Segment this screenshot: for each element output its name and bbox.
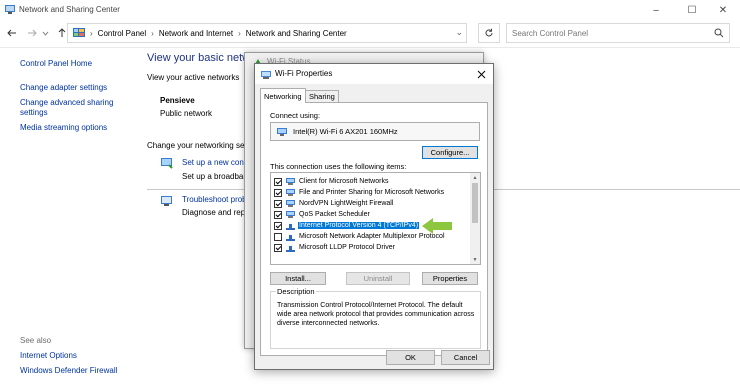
install-button[interactable]: Install... [270, 272, 326, 285]
scrollbar-thumb[interactable] [472, 183, 478, 223]
scroll-up-arrow-icon[interactable]: ▲ [470, 173, 480, 182]
network-type: Public network [160, 109, 213, 118]
network-service-icon [286, 210, 295, 218]
item-checkbox[interactable] [274, 221, 282, 230]
set-up-new-connection-link[interactable]: Set up a new conn [182, 158, 248, 167]
breadcrumb-separator: › [90, 28, 93, 38]
window-title: Network and Sharing Center [19, 5, 120, 14]
properties-button[interactable]: Properties [422, 272, 478, 285]
control-panel-icon [73, 28, 85, 37]
address-bar[interactable]: › Control Panel › Network and Internet ›… [67, 23, 467, 43]
left-navigation-pane: Control Panel Home Change adapter settin… [0, 48, 140, 391]
forward-button[interactable] [24, 25, 40, 41]
cancel-button[interactable]: Cancel [441, 350, 490, 365]
breadcrumb-control-panel[interactable]: Control Panel [98, 29, 146, 38]
refresh-button[interactable] [478, 23, 500, 43]
protocol-icon [286, 234, 295, 241]
page-heading: View your basic netw [147, 52, 251, 64]
item-checkbox[interactable] [274, 243, 282, 252]
description-label: Description [276, 287, 316, 296]
change-advanced-sharing-settings-link[interactable]: Change advanced sharing settings [20, 98, 120, 118]
close-window-button[interactable]: ✕ [706, 0, 740, 20]
item-label: QoS Packet Scheduler [299, 211, 370, 218]
list-item[interactable]: Microsoft LLDP Protocol Driver [271, 242, 471, 253]
search-icon [714, 28, 724, 38]
window-titlebar: Network and Sharing Center – ☐ ✕ [0, 0, 740, 20]
scroll-down-arrow-icon[interactable]: ▼ [470, 255, 480, 264]
search-input[interactable] [512, 28, 702, 38]
search-box[interactable] [506, 23, 730, 43]
troubleshoot-icon [161, 196, 172, 206]
control-panel-home-link[interactable]: Control Panel Home [20, 59, 92, 69]
item-checkbox[interactable] [274, 232, 282, 241]
dialog-titlebar: Wi-Fi Properties [255, 64, 493, 84]
item-checkbox[interactable] [274, 188, 282, 197]
item-label: Microsoft LLDP Protocol Driver [299, 244, 395, 251]
network-sharing-app-icon [5, 5, 15, 14]
configure-button[interactable]: Configure... [422, 146, 478, 159]
description-group: Description Transmission Control Protoco… [270, 287, 481, 349]
list-item[interactable]: NordVPN LightWeight Firewall [271, 198, 471, 209]
network-client-icon [286, 177, 295, 185]
network-service-icon [286, 199, 295, 207]
ok-button[interactable]: OK [386, 350, 435, 365]
address-dropdown-icon[interactable]: ⌄ [455, 27, 463, 38]
breadcrumb-separator: › [151, 28, 154, 38]
troubleshoot-description: Diagnose and rep [182, 208, 246, 217]
dialog-title: Wi-Fi Properties [275, 69, 333, 78]
back-arrow-icon [7, 29, 16, 37]
address-row: › Control Panel › Network and Internet ›… [0, 22, 740, 44]
network-service-icon [286, 188, 295, 196]
maximize-button[interactable]: ☐ [675, 0, 709, 20]
protocol-icon [286, 245, 295, 252]
internet-options-link[interactable]: Internet Options [20, 351, 77, 361]
chevron-down-icon [42, 31, 48, 36]
back-button[interactable] [4, 25, 20, 41]
item-label: File and Printer Sharing for Microsoft N… [299, 189, 445, 196]
connect-using-label: Connect using: [270, 111, 321, 120]
description-text: Transmission Control Protocol/Internet P… [277, 302, 475, 327]
minimize-button[interactable]: – [639, 0, 673, 20]
set-up-connection-description: Set up a broadban [182, 172, 248, 181]
item-label: Client for Microsoft Networks [299, 178, 389, 185]
windows-defender-firewall-link[interactable]: Windows Defender Firewall [20, 366, 117, 376]
breadcrumb-network-internet[interactable]: Network and Internet [159, 29, 233, 38]
breadcrumb-separator: › [238, 28, 241, 38]
tab-sharing[interactable]: Sharing [305, 90, 339, 102]
item-checkbox[interactable] [274, 210, 282, 219]
items-scrollbar[interactable]: ▲ ▼ [470, 173, 480, 264]
annotation-arrow-icon [422, 218, 452, 234]
item-label: Internet Protocol Version 4 (TCP/IPv4) [298, 222, 420, 229]
item-label: NordVPN LightWeight Firewall [299, 200, 394, 207]
change-networking-settings-label: Change your networking set [147, 141, 247, 150]
uninstall-button[interactable]: Uninstall [346, 272, 410, 285]
adapter-field: Intel(R) Wi-Fi 6 AX201 160MHz [270, 122, 480, 141]
list-item[interactable]: File and Printer Sharing for Microsoft N… [271, 187, 471, 198]
connection-items-label: This connection uses the following items… [270, 162, 407, 171]
media-streaming-options-link[interactable]: Media streaming options [20, 123, 107, 133]
protocol-icon [286, 223, 295, 230]
troubleshoot-problems-link[interactable]: Troubleshoot prob [182, 195, 247, 204]
forward-arrow-icon [28, 29, 37, 37]
item-checkbox[interactable] [274, 177, 282, 186]
item-checkbox[interactable] [274, 199, 282, 208]
see-also-heading: See also [20, 336, 52, 345]
list-item[interactable]: Client for Microsoft Networks [271, 176, 471, 187]
wifi-adapter-icon [261, 71, 271, 79]
recent-locations-button[interactable] [40, 25, 50, 41]
network-name: Pensieve [160, 96, 195, 105]
change-adapter-settings-link[interactable]: Change adapter settings [20, 83, 107, 93]
dialog-close-button[interactable] [473, 66, 489, 82]
new-connection-icon [161, 158, 173, 169]
breadcrumb-network-sharing-center[interactable]: Network and Sharing Center [246, 29, 347, 38]
refresh-icon [485, 28, 493, 37]
up-arrow-icon [58, 28, 66, 37]
adapter-name: Intel(R) Wi-Fi 6 AX201 160MHz [293, 127, 398, 136]
network-adapter-icon [277, 127, 287, 136]
close-icon [477, 70, 485, 78]
active-networks-label: View your active networks [147, 73, 240, 82]
tab-networking[interactable]: Networking [260, 88, 306, 103]
wifi-properties-dialog: Wi-Fi Properties Networking Sharing Conn… [254, 63, 494, 370]
